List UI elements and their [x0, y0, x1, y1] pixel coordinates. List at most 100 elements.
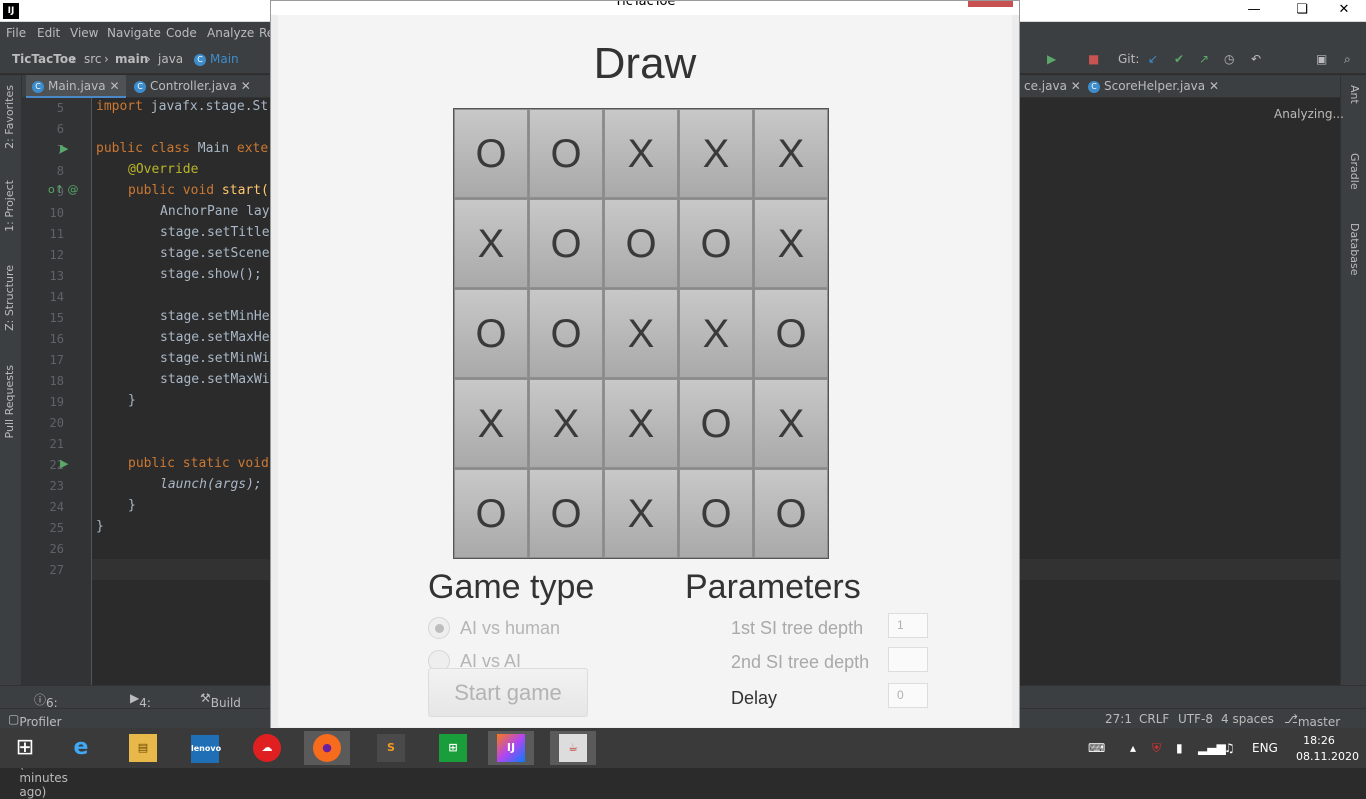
- file-explorer-icon[interactable]: ▤: [120, 731, 166, 765]
- keyboard-icon[interactable]: ⌨: [1088, 741, 1105, 755]
- board-cell[interactable]: O: [754, 469, 828, 558]
- lenovo-icon[interactable]: lenovo: [182, 731, 228, 765]
- git-branch[interactable]: ⎇ master: [1284, 712, 1340, 729]
- maximize-button[interactable]: ❏: [1280, 0, 1324, 22]
- status-message[interactable]: ▢ Profiler attached Open (30 minutes ago…: [8, 712, 73, 799]
- git-history-icon[interactable]: ◷: [1224, 52, 1234, 66]
- board-cell[interactable]: X: [529, 379, 603, 468]
- board-cell[interactable]: O: [454, 469, 528, 558]
- tool-database[interactable]: Database: [1348, 223, 1361, 276]
- intellij-idea-icon[interactable]: IJ: [488, 731, 534, 765]
- stop-icon[interactable]: ■: [1088, 52, 1099, 66]
- git-rollback-icon[interactable]: ↶: [1251, 52, 1261, 66]
- line-separator[interactable]: CRLF: [1139, 712, 1169, 726]
- board-cell[interactable]: O: [454, 289, 528, 378]
- minimize-button[interactable]: —: [1232, 0, 1276, 22]
- delay-field[interactable]: 0: [888, 683, 928, 708]
- network-icon[interactable]: ▂▄▆: [1198, 741, 1226, 755]
- board-cell[interactable]: O: [754, 289, 828, 378]
- board-cell[interactable]: O: [679, 469, 753, 558]
- breadcrumb-main[interactable]: main: [115, 52, 148, 66]
- indent-setting[interactable]: 4 spaces: [1221, 712, 1274, 726]
- battery-icon[interactable]: ▮: [1176, 741, 1183, 755]
- board-cell[interactable]: X: [679, 289, 753, 378]
- board-cell[interactable]: O: [679, 379, 753, 468]
- tool-pull-requests[interactable]: Pull Requests: [3, 365, 16, 438]
- show-hidden-icons-icon[interactable]: ▴: [1130, 741, 1136, 755]
- board-cell[interactable]: X: [454, 379, 528, 468]
- override-icon[interactable]: o↑ @: [48, 183, 78, 196]
- firefox-icon[interactable]: ●: [304, 731, 350, 765]
- board-cell[interactable]: O: [454, 109, 528, 198]
- debug-coverage-icon[interactable]: ▶: [1047, 52, 1056, 66]
- board-cell[interactable]: X: [604, 379, 678, 468]
- tool-problems[interactable]: ⓘ 6: Problems: [34, 691, 101, 724]
- git-commit-icon[interactable]: ✔: [1174, 52, 1184, 66]
- cloud-app-icon[interactable]: ☁: [244, 731, 290, 765]
- board-cell[interactable]: X: [604, 469, 678, 558]
- store-icon[interactable]: ⊞: [430, 731, 476, 765]
- board-cell[interactable]: X: [679, 109, 753, 198]
- breadcrumb-java[interactable]: java: [158, 52, 183, 66]
- breadcrumb-main-class[interactable]: C Main: [194, 52, 239, 66]
- board-cell[interactable]: O: [529, 109, 603, 198]
- system-clock[interactable]: 18:26 08.11.2020: [1296, 733, 1359, 765]
- volume-icon[interactable]: ♫: [1224, 741, 1235, 755]
- start-windows-icon[interactable]: ⊞: [2, 731, 48, 765]
- board-cell[interactable]: O: [529, 199, 603, 288]
- sublime-text-icon[interactable]: S: [368, 731, 414, 765]
- menu-navigate[interactable]: Navigate: [107, 26, 161, 40]
- radio-ai-vs-human[interactable]: [428, 617, 450, 639]
- close-tab-icon[interactable]: ✕: [1209, 79, 1219, 93]
- tab-main-java[interactable]: C Main.java ✕: [26, 75, 126, 98]
- breadcrumb-src[interactable]: src: [84, 52, 102, 66]
- tool-gradle[interactable]: Gradle: [1348, 153, 1361, 190]
- board-cell[interactable]: O: [679, 199, 753, 288]
- board-cell[interactable]: O: [604, 199, 678, 288]
- board-cell[interactable]: X: [454, 199, 528, 288]
- git-push-icon[interactable]: ↗: [1199, 52, 1209, 66]
- java-app-icon[interactable]: ☕: [550, 731, 596, 765]
- menu-file[interactable]: File: [6, 26, 26, 40]
- line-number: 17: [49, 353, 64, 367]
- tool-structure[interactable]: Z: Structure: [3, 265, 16, 331]
- language-indicator[interactable]: ENG: [1252, 741, 1278, 755]
- run-icon[interactable]: ▶: [60, 142, 68, 155]
- caret-position[interactable]: 27:1: [1105, 712, 1132, 726]
- close-tab-icon[interactable]: ✕: [109, 79, 119, 93]
- menu-code[interactable]: Code: [166, 26, 197, 40]
- antivirus-icon[interactable]: ⛨: [1152, 741, 1161, 756]
- tool-project[interactable]: 1: Project: [3, 180, 16, 232]
- file-encoding[interactable]: UTF-8: [1178, 712, 1213, 726]
- close-tab-icon[interactable]: ✕: [1071, 79, 1081, 93]
- tab-controller-java[interactable]: C Controller.java ✕: [128, 75, 257, 98]
- board-cell[interactable]: X: [754, 379, 828, 468]
- second-depth-field[interactable]: [888, 647, 928, 672]
- menu-analyze[interactable]: Analyze: [207, 26, 254, 40]
- tool-favorites[interactable]: 2: Favorites: [3, 85, 16, 149]
- close-button[interactable]: [968, 1, 1013, 7]
- close-tab-icon[interactable]: ✕: [241, 79, 251, 93]
- internet-explorer-icon[interactable]: e: [58, 731, 104, 765]
- board-cell[interactable]: X: [754, 199, 828, 288]
- board-cell[interactable]: X: [604, 109, 678, 198]
- git-update-icon[interactable]: ↙: [1148, 52, 1158, 66]
- tab-service-java[interactable]: ce.java ✕: [1018, 75, 1087, 98]
- tool-build[interactable]: ⚒ Build: [200, 691, 241, 710]
- tool-run[interactable]: ▶ 4: Run: [130, 691, 162, 724]
- board-cell[interactable]: X: [754, 109, 828, 198]
- menu-view[interactable]: View: [70, 26, 98, 40]
- first-depth-field[interactable]: 1: [888, 613, 928, 638]
- menu-edit[interactable]: Edit: [37, 26, 60, 40]
- layout-icon[interactable]: ▣: [1316, 52, 1327, 66]
- run-icon[interactable]: ▶: [60, 457, 68, 470]
- search-icon[interactable]: ⌕: [1344, 52, 1351, 67]
- tab-scorehelper-java[interactable]: C ScoreHelper.java ✕: [1082, 75, 1225, 98]
- board-cell[interactable]: O: [529, 469, 603, 558]
- board-cell[interactable]: O: [529, 289, 603, 378]
- breadcrumb-project[interactable]: TicTacToe: [12, 52, 76, 66]
- close-button[interactable]: ✕: [1322, 0, 1366, 22]
- start-game-button[interactable]: Start game: [428, 668, 588, 717]
- tool-ant[interactable]: Ant: [1348, 85, 1361, 104]
- board-cell[interactable]: X: [604, 289, 678, 378]
